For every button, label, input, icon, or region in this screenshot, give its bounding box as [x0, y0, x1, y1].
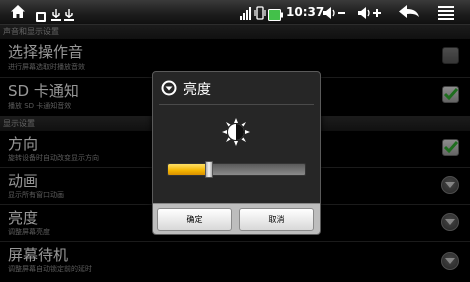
- volume-up-icon[interactable]: [357, 5, 382, 24]
- clock: 10:37: [286, 5, 325, 19]
- ok-button[interactable]: 确定: [157, 208, 232, 231]
- dialog-title: 亮度: [183, 82, 211, 98]
- vibrate-icon: [254, 5, 266, 24]
- dialog-title-bar: 亮度: [153, 72, 320, 104]
- usb-icon: [64, 6, 74, 25]
- cancel-button[interactable]: 取消: [239, 208, 314, 231]
- brightness-slider[interactable]: [167, 161, 306, 178]
- menu-icon[interactable]: [438, 5, 454, 24]
- usb-debug-icon: [51, 6, 61, 25]
- volume-down-icon[interactable]: [322, 5, 346, 24]
- dialog-button-bar: 确定 取消: [153, 203, 320, 234]
- divider: [159, 104, 314, 105]
- slider-thumb[interactable]: [205, 161, 214, 178]
- slider-fill: [168, 164, 210, 175]
- brightness-sun-icon: [222, 118, 250, 150]
- dialog-arrow-icon: [161, 80, 177, 100]
- back-icon[interactable]: [398, 4, 420, 23]
- home-icon[interactable]: [10, 4, 26, 23]
- status-bar: 10:37: [0, 0, 470, 25]
- battery-icon: [268, 6, 283, 25]
- brightness-dialog: 亮度 确定 取消: [152, 71, 321, 235]
- wifi-icon: [240, 5, 252, 24]
